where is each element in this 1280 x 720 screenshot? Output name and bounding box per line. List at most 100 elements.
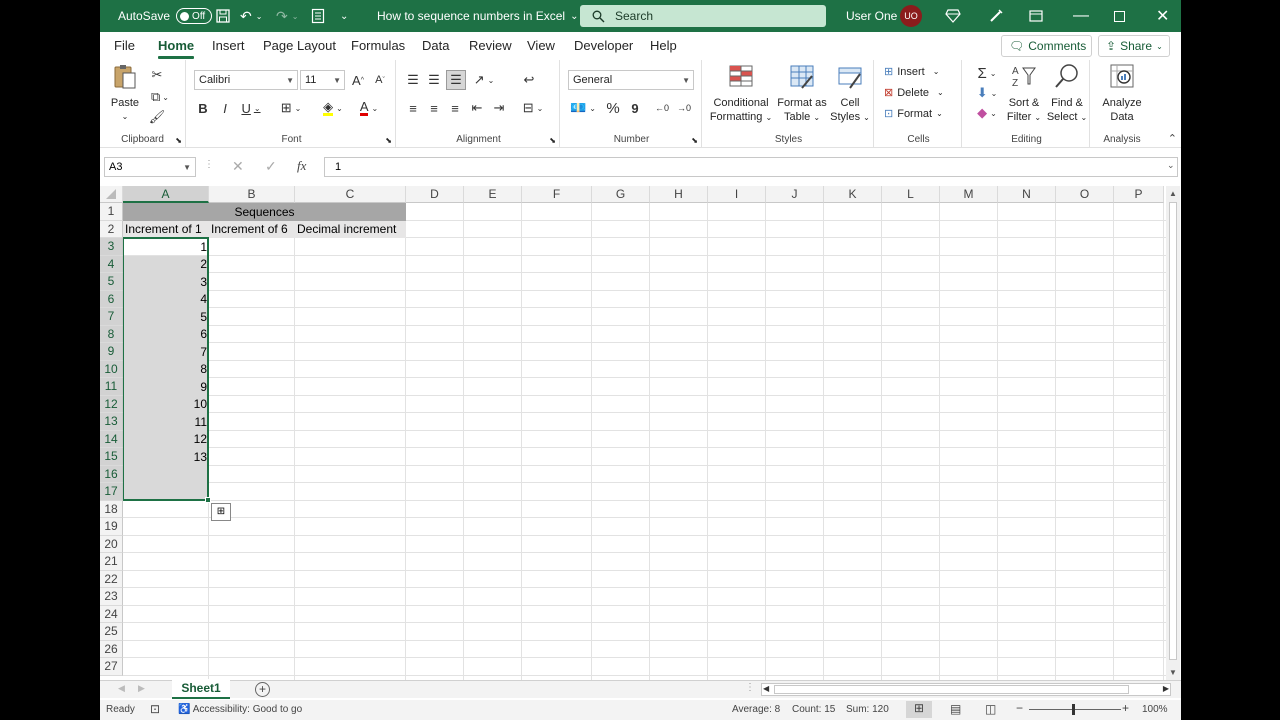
accounting-format-button[interactable]: 💶 ⌄ bbox=[568, 98, 598, 118]
analyze-data-button[interactable]: Analyze Data bbox=[1096, 62, 1148, 124]
row-header-23[interactable]: 23 bbox=[100, 588, 123, 606]
row-header-13[interactable]: 13 bbox=[100, 413, 123, 431]
tab-insert[interactable]: Insert bbox=[212, 38, 245, 53]
insert-cells-button[interactable]: ⊞ Insert ⌄ bbox=[884, 65, 939, 79]
borders-button[interactable]: ⊞ ⌄ bbox=[276, 98, 306, 118]
cell-header-2[interactable]: Increment of 6 bbox=[209, 220, 295, 238]
row-header-17[interactable]: 17 bbox=[100, 483, 123, 501]
row-header-12[interactable]: 12 bbox=[100, 395, 123, 413]
bold-button[interactable]: B bbox=[194, 98, 212, 118]
row-header-4[interactable]: 4 bbox=[100, 255, 123, 273]
shrink-font-button[interactable]: Aˇ bbox=[370, 70, 390, 90]
new-sheet-button[interactable]: + bbox=[255, 682, 270, 697]
vertical-scroll-thumb[interactable] bbox=[1169, 202, 1177, 660]
page-layout-view-button[interactable]: ▤ bbox=[950, 702, 961, 716]
name-box[interactable]: A3 ▼ bbox=[104, 157, 196, 177]
format-cells-button[interactable]: ⊡ Format ⌄ bbox=[884, 107, 943, 121]
select-all-corner[interactable] bbox=[100, 186, 123, 203]
scroll-down-icon[interactable]: ▼ bbox=[1169, 668, 1177, 677]
merge-center-button[interactable]: ⊟ ⌄ bbox=[518, 98, 548, 118]
zoom-out-button[interactable]: − bbox=[1016, 701, 1023, 715]
tab-home[interactable]: Home bbox=[158, 38, 195, 59]
increase-decimal-button[interactable]: ←0 bbox=[652, 98, 672, 118]
row-header-5[interactable]: 5 bbox=[100, 273, 123, 291]
bottom-align-button[interactable]: ☰ bbox=[446, 70, 466, 90]
row-header-16[interactable]: 16 bbox=[100, 465, 123, 483]
paste-button[interactable]: Paste ⌄ bbox=[108, 62, 142, 124]
row-header-14[interactable]: 14 bbox=[100, 430, 123, 448]
cut-button[interactable]: ✂ bbox=[148, 66, 166, 84]
font-family-select[interactable]: Calibri ▼ bbox=[194, 70, 298, 90]
user-avatar-wrap[interactable]: UO bbox=[900, 0, 922, 32]
auto-fill-options-button[interactable]: ⊞ bbox=[211, 502, 231, 521]
insert-function-button[interactable]: fx bbox=[297, 158, 306, 174]
share-button[interactable]: ⇪ Share ⌄ bbox=[1098, 35, 1170, 57]
horizontal-scrollbar[interactable]: ◀ ▶ bbox=[761, 683, 1171, 696]
row-header-3[interactable]: 3 bbox=[100, 238, 123, 256]
row-header-1[interactable]: 1 bbox=[100, 203, 123, 221]
align-left-button[interactable]: ≡ bbox=[404, 98, 422, 118]
pen-button[interactable] bbox=[988, 0, 1004, 32]
font-color-button[interactable]: A ⌄ bbox=[354, 98, 384, 118]
row-header-2[interactable]: 2 bbox=[100, 220, 123, 238]
percent-button[interactable]: % bbox=[604, 98, 622, 118]
row-header-15[interactable]: 15 bbox=[100, 448, 123, 466]
cell-header-3[interactable]: Decimal increment bbox=[295, 220, 406, 238]
middle-align-button[interactable]: ☰ bbox=[425, 70, 443, 90]
column-header-c[interactable]: C bbox=[295, 186, 406, 203]
collapse-ribbon-button[interactable]: ⌃ bbox=[1168, 132, 1177, 145]
decrease-indent-button[interactable]: ⇤ bbox=[468, 98, 486, 118]
row-header-11[interactable]: 11 bbox=[100, 378, 123, 396]
column-header-a[interactable]: A bbox=[123, 186, 209, 203]
minimize-button[interactable]: — bbox=[1073, 0, 1089, 32]
cell-styles-button[interactable]: Cell Styles ⌄ bbox=[830, 62, 870, 125]
row-header-27[interactable]: 27 bbox=[100, 658, 123, 676]
row-header-9[interactable]: 9 bbox=[100, 343, 123, 361]
fill-button[interactable]: ⬇ ⌄ bbox=[972, 84, 1002, 102]
increase-indent-button[interactable]: ⇥ bbox=[490, 98, 508, 118]
customize-toolbar-button[interactable]: ⌄ bbox=[340, 0, 348, 32]
row-header-19[interactable]: 19 bbox=[100, 518, 123, 536]
wrap-text-button[interactable]: ↩ bbox=[518, 70, 540, 90]
column-header-p[interactable]: P bbox=[1114, 186, 1164, 203]
tab-review[interactable]: Review bbox=[469, 38, 512, 53]
column-header-e[interactable]: E bbox=[464, 186, 522, 203]
column-header-b[interactable]: B bbox=[209, 186, 295, 203]
document-title[interactable]: How to sequence numbers in Excel ⌄ bbox=[377, 0, 579, 32]
formula-input[interactable]: 1 bbox=[324, 157, 1178, 177]
column-header-h[interactable]: H bbox=[650, 186, 708, 203]
zoom-slider-thumb[interactable] bbox=[1072, 704, 1075, 715]
autosum-button[interactable]: Σ ⌄ bbox=[972, 64, 1002, 82]
column-header-m[interactable]: M bbox=[940, 186, 998, 203]
search-box[interactable]: Search bbox=[580, 5, 826, 27]
grow-font-button[interactable]: A ^ bbox=[348, 70, 368, 90]
row-header-7[interactable]: 7 bbox=[100, 308, 123, 326]
undo-button[interactable]: ↶ ⌄ bbox=[240, 0, 262, 32]
sheet-tab-sheet1[interactable]: Sheet1 bbox=[172, 679, 230, 699]
underline-button[interactable]: U ⌄ bbox=[238, 98, 264, 118]
row-header-8[interactable]: 8 bbox=[100, 325, 123, 343]
dialog-launcher-icon[interactable]: ⬊ bbox=[549, 136, 556, 145]
column-header-f[interactable]: F bbox=[522, 186, 592, 203]
row-header-18[interactable]: 18 bbox=[100, 500, 123, 518]
comma-style-button[interactable]: 9 bbox=[626, 98, 644, 118]
user-name[interactable]: User One bbox=[846, 0, 897, 32]
align-center-button[interactable]: ≡ bbox=[425, 98, 443, 118]
column-header-d[interactable]: D bbox=[406, 186, 464, 203]
top-align-button[interactable]: ☰ bbox=[404, 70, 422, 90]
cancel-entry-button[interactable]: ✕ bbox=[232, 158, 244, 175]
zoom-slider-track[interactable] bbox=[1029, 709, 1121, 710]
column-header-i[interactable]: I bbox=[708, 186, 766, 203]
vertical-scrollbar[interactable]: ▲ ▼ bbox=[1166, 186, 1180, 680]
italic-button[interactable]: I bbox=[216, 98, 234, 118]
save-button[interactable] bbox=[215, 0, 231, 32]
font-size-select[interactable]: 11 ▼ bbox=[300, 70, 345, 90]
close-button[interactable]: ✕ bbox=[1156, 0, 1169, 32]
zoom-in-button[interactable]: + bbox=[1122, 701, 1129, 715]
row-header-22[interactable]: 22 bbox=[100, 570, 123, 588]
sort-filter-button[interactable]: AZ Sort & Filter ⌄ bbox=[1004, 62, 1044, 125]
expand-formula-button[interactable]: ⌄ bbox=[1167, 160, 1175, 171]
copy-button[interactable]: ⧉ ⌄ bbox=[146, 88, 174, 106]
dialog-launcher-icon[interactable]: ⬊ bbox=[385, 136, 392, 145]
next-sheet-icon[interactable]: ▶ bbox=[138, 683, 145, 694]
